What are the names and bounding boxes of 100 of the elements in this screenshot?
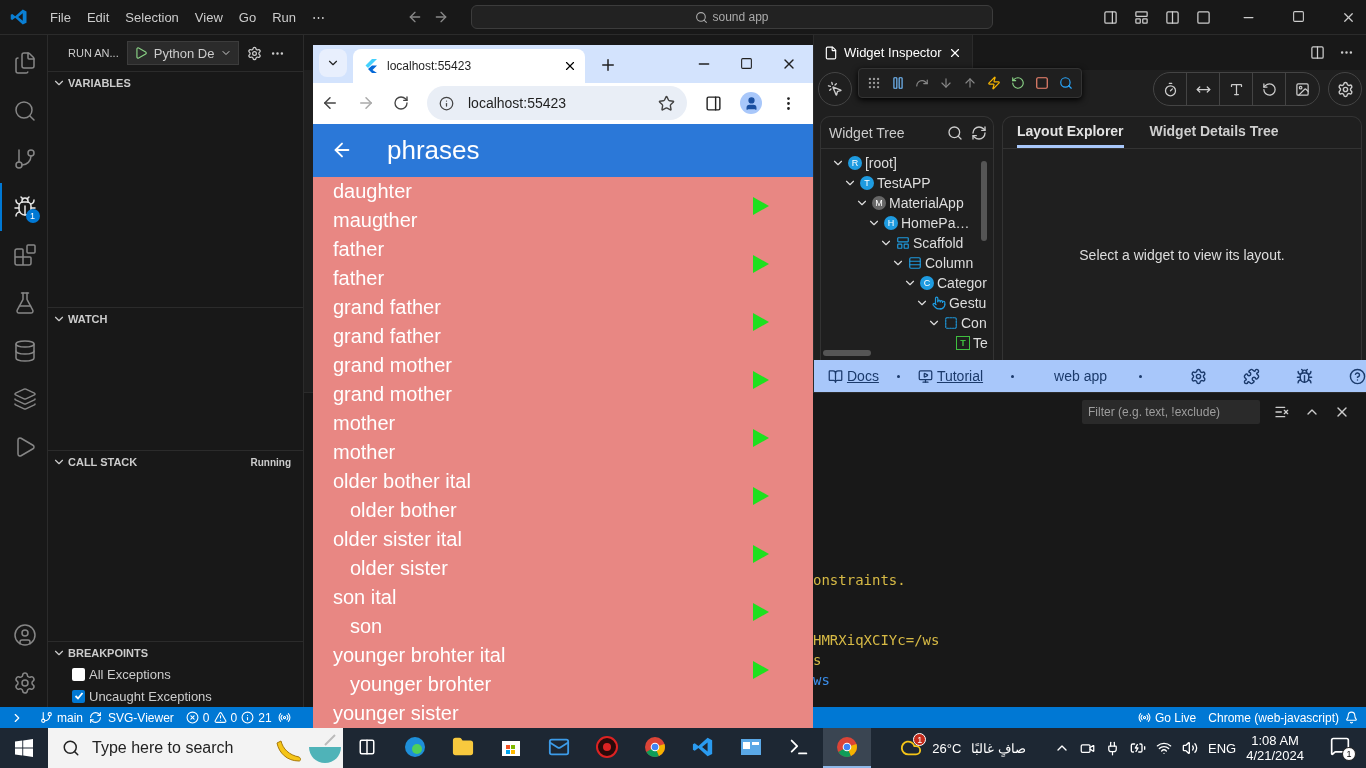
tree-item[interactable]: Categor — [937, 275, 987, 291]
go-live-button[interactable]: Go Live — [1131, 707, 1203, 728]
phrase-text: maugther — [333, 208, 418, 233]
section-title[interactable]: WATCH — [68, 313, 291, 325]
settings-icon[interactable] — [1190, 367, 1207, 385]
lightning-icon[interactable] — [987, 76, 1001, 90]
refresh-icon[interactable] — [971, 124, 987, 141]
help-icon[interactable] — [1349, 367, 1366, 385]
tree-item[interactable]: Te — [973, 335, 988, 351]
step-into-icon[interactable] — [939, 76, 953, 90]
clock-date[interactable]: 4/21/2024 — [1246, 748, 1304, 763]
command-center-field[interactable]: sound app — [471, 5, 993, 29]
bug-icon[interactable] — [1296, 367, 1313, 385]
separator-dot — [1011, 374, 1015, 378]
dashed-square-icon — [944, 316, 958, 330]
editor-tab[interactable]: Widget Inspector — [814, 35, 973, 70]
tree-item[interactable]: TestAPP — [877, 175, 931, 191]
taskbar-search-box[interactable]: Type here to search — [48, 728, 343, 768]
menu-item[interactable]: View — [186, 5, 231, 29]
section-title[interactable]: VARIABLES — [68, 77, 291, 89]
layout-icon[interactable] — [1165, 9, 1180, 25]
app-title: phrases — [387, 134, 480, 166]
branch-icon — [40, 711, 53, 724]
inspect-icon[interactable] — [1059, 76, 1073, 90]
bookmark-star-icon[interactable] — [658, 94, 675, 112]
widget-icon: H — [884, 216, 898, 230]
weather-button[interactable]: 1 — [900, 737, 923, 759]
activity-icon — [12, 195, 37, 219]
reload-icon[interactable] — [393, 95, 409, 112]
maximize-icon[interactable] — [740, 57, 753, 71]
tree-item[interactable]: Column — [925, 255, 974, 271]
scrollbar[interactable] — [823, 350, 871, 356]
panel-toggle-icon[interactable] — [1134, 9, 1149, 25]
broadcast-icon[interactable] — [277, 711, 291, 724]
menu-item[interactable]: File — [42, 5, 79, 29]
customize-layout-icon[interactable] — [1196, 9, 1211, 25]
clear-output-icon[interactable] — [1274, 404, 1290, 420]
clock-time[interactable]: 1:08 AM — [1251, 733, 1299, 748]
tree-item[interactable]: MaterialApp — [889, 195, 964, 211]
pause-icon[interactable] — [891, 76, 905, 90]
sidebar-toggle-icon[interactable] — [1103, 9, 1118, 25]
search-icon[interactable] — [947, 124, 963, 141]
tree-item[interactable]: [root] — [865, 155, 897, 171]
taskbar-search-field[interactable]: Type here to search — [90, 738, 263, 758]
scrollbar[interactable] — [981, 161, 987, 241]
menu-item[interactable]: Edit — [78, 5, 118, 29]
menu-item[interactable]: Run — [264, 5, 304, 29]
tree-item[interactable]: Scaffold — [913, 235, 964, 251]
filter-field[interactable]: Filter (e.g. text, !exclude) — [1082, 400, 1260, 424]
browser-icon[interactable] — [823, 728, 871, 768]
wifi-icon[interactable] — [1156, 740, 1172, 756]
activity-item[interactable]: 1 — [0, 183, 48, 231]
notifications-icon[interactable] — [1345, 711, 1358, 724]
stop-icon[interactable] — [1035, 76, 1049, 90]
notifications-button[interactable]: 1 — [1330, 735, 1356, 761]
flutter-icon — [365, 58, 377, 73]
step-out-icon[interactable] — [963, 76, 977, 90]
settings-icon[interactable] — [12, 671, 37, 695]
tree-item[interactable]: HomePa… — [901, 215, 970, 231]
menu-item[interactable]: Selection — [117, 5, 187, 29]
drag-handle-icon[interactable] — [867, 76, 881, 90]
footer-link[interactable]: Tutorial — [917, 368, 984, 384]
checkbox[interactable] — [72, 689, 85, 703]
account-icon[interactable] — [12, 623, 37, 647]
launch-config-button[interactable]: Python De — [126, 41, 240, 65]
address-bar[interactable]: localhost:55423 — [427, 86, 687, 121]
restore-icon[interactable] — [1292, 9, 1305, 23]
side-panel-icon[interactable] — [705, 94, 722, 112]
problems-button[interactable]: 0 0 21 — [179, 707, 278, 728]
output-line: s — [813, 651, 822, 670]
tab[interactable]: Widget Details Tree — [1149, 117, 1279, 148]
restart-icon[interactable] — [1011, 76, 1025, 90]
volume-icon[interactable] — [1182, 740, 1198, 756]
tab[interactable]: Layout Explorer — [1017, 117, 1124, 148]
split-editor-icon[interactable] — [1310, 45, 1325, 60]
checkbox[interactable] — [72, 668, 85, 681]
battery-icon[interactable] — [1130, 740, 1146, 756]
section-title[interactable]: BREAKPOINTS — [68, 646, 291, 659]
debug-target-button[interactable]: Chrome (web-javascript) — [1202, 707, 1345, 728]
menu-item[interactable]: Go — [230, 5, 265, 29]
tree-item[interactable]: Con — [961, 315, 987, 331]
phrase-text: mother — [333, 411, 396, 436]
profile-avatar[interactable] — [740, 92, 762, 115]
section-title[interactable]: CALL STACK — [68, 456, 249, 468]
timer-icon — [1162, 81, 1178, 97]
menu-item[interactable]: ⋯ — [304, 5, 333, 29]
site-info-icon[interactable] — [439, 95, 454, 111]
temperature: 26°C — [932, 740, 962, 756]
back-icon[interactable] — [407, 9, 423, 25]
sync-icon[interactable] — [89, 711, 102, 724]
widget-icon: M — [872, 196, 886, 210]
plug-icon[interactable] — [1105, 740, 1120, 756]
status-item[interactable]: SVG-Viewer — [102, 707, 180, 728]
tree-item[interactable]: Gestu — [949, 295, 987, 311]
browser-tab[interactable]: localhost:55423 — [353, 48, 585, 83]
branch-button[interactable]: main — [34, 707, 89, 728]
footer-link[interactable]: Docs — [828, 368, 879, 384]
language-indicator[interactable]: ENG — [1208, 740, 1237, 756]
puzzle-icon[interactable] — [1243, 367, 1260, 385]
forward-icon[interactable] — [433, 9, 449, 25]
